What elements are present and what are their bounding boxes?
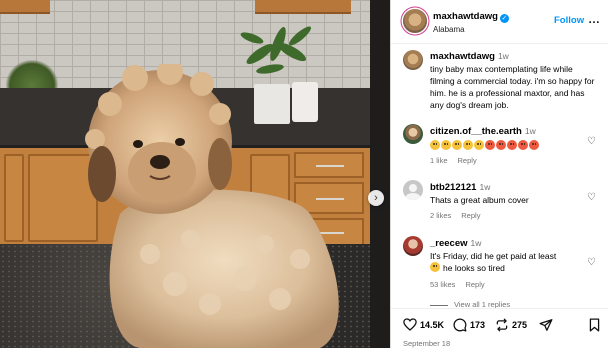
- upper-cabinet-right: [255, 0, 351, 14]
- heart-outline-icon[interactable]: ♡: [587, 258, 597, 268]
- sad-face-emoji-icon: [485, 139, 495, 150]
- chevron-right-icon: ›: [374, 191, 378, 204]
- commenter-avatar[interactable]: [403, 180, 423, 200]
- heart-outline-icon[interactable]: ♡: [587, 193, 597, 203]
- comment-meta: 2 likes Reply: [430, 211, 490, 220]
- sad-face-emoji-icon: [518, 139, 528, 150]
- caption-username[interactable]: maxhawtdawg: [430, 51, 495, 62]
- caption-avatar[interactable]: [403, 50, 423, 70]
- repost-icon: [496, 318, 508, 332]
- post-header: maxhawtdawg ✓ Alabama Follow …: [391, 0, 608, 44]
- share-action[interactable]: [539, 318, 553, 332]
- comment-time: 1w: [479, 182, 491, 192]
- follow-button[interactable]: Follow: [554, 15, 584, 26]
- comment-body: It's Friday, did he get paid at least: [430, 251, 557, 261]
- like-action[interactable]: 14.5K: [403, 318, 444, 331]
- comment-username[interactable]: citizen.of__the.earth: [430, 126, 522, 137]
- commenter-avatar[interactable]: [403, 236, 423, 256]
- comment-text-block: citizen.of__the.earth 1w: [430, 125, 595, 150]
- comment-item: btb212121 1w Thats a great album cover 2 …: [403, 180, 599, 220]
- worried-face-emoji-icon: [474, 139, 484, 150]
- comment-action[interactable]: 173: [453, 318, 485, 332]
- worried-face-emoji-icon: [452, 139, 462, 150]
- commenter-avatar[interactable]: [403, 124, 423, 144]
- comment-emoji-row: [430, 138, 595, 150]
- worried-face-emoji-icon: [463, 139, 473, 150]
- sad-face-emoji-icon: [507, 139, 517, 150]
- paper-plane-icon: [539, 319, 553, 331]
- repost-count: 275: [512, 320, 528, 330]
- worried-face-emoji-icon: [430, 139, 440, 150]
- comment-item: citizen.of__the.earth 1w 1 like Reply ♡: [403, 124, 599, 165]
- reply-button[interactable]: Reply: [465, 280, 484, 289]
- repost-action[interactable]: 275: [495, 318, 527, 332]
- heart-icon: [403, 318, 417, 331]
- heart-outline-icon[interactable]: ♡: [587, 137, 597, 147]
- author-username[interactable]: maxhawtdawg: [433, 11, 498, 22]
- comment-text-block: btb212121 1w Thats a great album cover: [430, 181, 595, 206]
- comment-item: _reecew 1w It's Friday, did he get paid a…: [403, 236, 599, 292]
- caption-time: 1w: [497, 51, 509, 61]
- comment-username[interactable]: _reecew: [430, 238, 468, 249]
- comment-body-line2: he looks so tired: [430, 262, 595, 274]
- bookmark-icon: [589, 318, 600, 332]
- reply-button[interactable]: Reply: [461, 211, 480, 220]
- comment-bubble-icon: [453, 318, 467, 332]
- verified-badge-icon: ✓: [499, 14, 509, 23]
- cabinet-door: [4, 154, 24, 242]
- emoji-sequence: [430, 139, 539, 150]
- caption-text-block: maxhawtdawg 1w tiny baby max contemplatin…: [430, 50, 595, 111]
- comment-body-continued: he looks so tired: [443, 263, 505, 273]
- next-image-button[interactable]: ›: [368, 190, 384, 206]
- author-avatar[interactable]: [403, 9, 427, 33]
- comment-likes[interactable]: 1 like: [430, 156, 448, 165]
- comments-list[interactable]: maxhawtdawg 1w tiny baby max contemplatin…: [391, 44, 608, 308]
- post-date[interactable]: September 18: [403, 339, 450, 348]
- post-side-panel: maxhawtdawg ✓ Alabama Follow … maxhawtdaw…: [390, 0, 608, 348]
- comment-time: 1w: [524, 126, 536, 136]
- comment-username[interactable]: btb212121: [430, 182, 476, 193]
- sad-face-emoji-icon: [496, 139, 506, 150]
- caption-body: tiny baby max contemplating life while f…: [430, 64, 595, 110]
- like-count: 14.5K: [420, 319, 445, 330]
- reply-button[interactable]: Reply: [458, 156, 477, 165]
- sad-face-emoji-icon: [529, 139, 539, 150]
- dog-figure: [85, 64, 339, 348]
- worried-face-emoji-icon: [441, 139, 451, 150]
- comment-meta: 1 like Reply: [430, 156, 487, 165]
- more-options-icon[interactable]: …: [588, 12, 601, 26]
- comment-count: 173: [470, 320, 486, 330]
- comment-likes[interactable]: 53 likes: [430, 280, 455, 289]
- upper-cabinet-left: [0, 0, 50, 14]
- post-image[interactable]: ›: [0, 0, 390, 348]
- comment-meta: 53 likes Reply: [430, 280, 495, 289]
- save-action[interactable]: [589, 318, 600, 332]
- dark-wall-edge: [370, 0, 390, 348]
- weary-face-emoji-icon: [430, 262, 440, 272]
- comment-body: Thats a great album cover: [430, 195, 529, 205]
- action-bar: 14.5K 173 275 September 18: [391, 308, 608, 348]
- location-label[interactable]: Alabama: [433, 25, 509, 34]
- caption: maxhawtdawg 1w tiny baby max contemplatin…: [403, 49, 599, 115]
- comment-text-block: _reecew 1w It's Friday, did he get paid a…: [430, 237, 595, 274]
- comment-time: 1w: [470, 238, 482, 248]
- view-replies-link[interactable]: View all 1 replies: [430, 300, 510, 308]
- comment-likes[interactable]: 2 likes: [430, 211, 451, 220]
